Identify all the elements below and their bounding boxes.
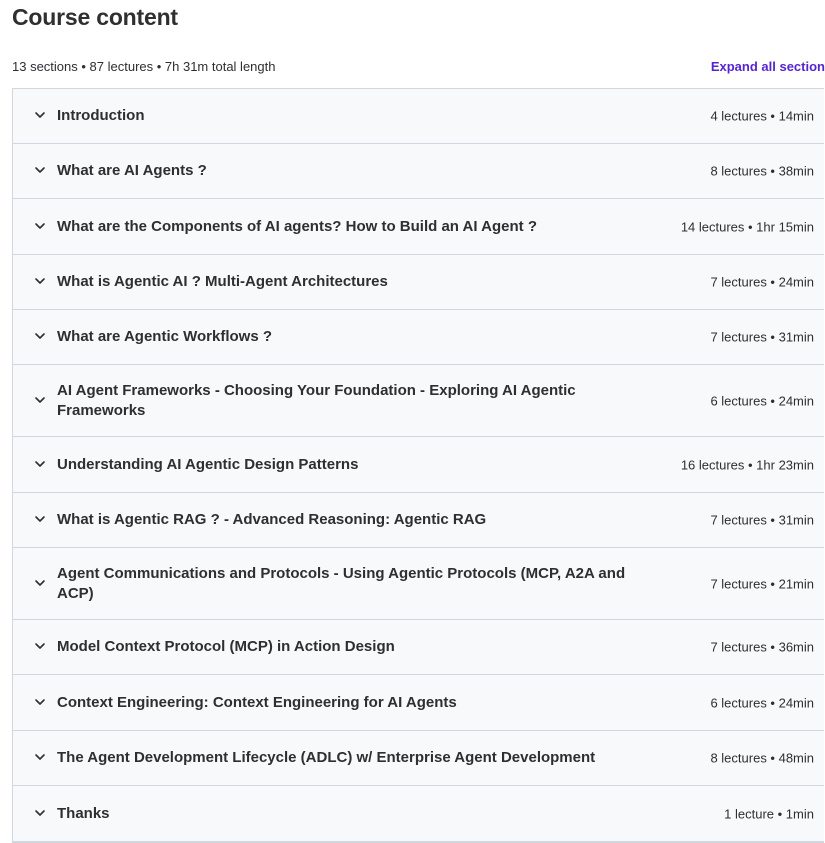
section-meta: 7 lectures • 31min: [710, 512, 814, 528]
section-title: The Agent Development Lifecycle (ADLC) w…: [57, 749, 596, 766]
section-title: Context Engineering: Context Engineering…: [57, 693, 457, 711]
section-title: What are the Components of AI agents? Ho…: [57, 217, 537, 235]
section-title: AI Agent Frameworks - Choosing Your Foun…: [57, 381, 576, 419]
section-title: Agent Communications and Protocols - Usi…: [57, 564, 626, 602]
chevron-down-icon: [34, 458, 46, 470]
chevron-down-icon: [34, 640, 46, 652]
section-row[interactable]: Understanding AI Agentic Design Patterns…: [13, 437, 824, 493]
chevron-down-icon: [34, 109, 46, 121]
section-meta: 4 lectures • 14min: [710, 108, 814, 124]
section-meta: 1 lecture • 1min: [724, 806, 814, 821]
section-row[interactable]: AI Agent Frameworks - Choosing Your Foun…: [13, 365, 824, 437]
section-list: Introduction 4 lectures • 14min What are A…: [12, 88, 824, 843]
chevron-down-icon: [34, 220, 46, 232]
chevron-down-icon: [34, 751, 46, 763]
section-row[interactable]: What is Agentic RAG ? - Advanced Reasoni…: [13, 493, 824, 548]
section-title: What are AI Agents ?: [57, 162, 207, 179]
section-title: What is Agentic RAG ? - Advanced Reasoni…: [57, 511, 487, 528]
section-row[interactable]: What is Agentic AI ? Multi-Agent Archite…: [13, 255, 824, 310]
section-row[interactable]: What are AI Agents ? 8 lectures • 38min: [13, 144, 824, 199]
section-meta: 8 lectures • 48min: [710, 750, 814, 766]
section-meta: 6 lectures • 24min: [710, 695, 814, 710]
section-title: Understanding AI Agentic Design Patterns: [57, 455, 359, 473]
section-meta: 7 lectures • 24min: [710, 274, 814, 290]
section-row[interactable]: Agent Communications and Protocols - Usi…: [13, 548, 824, 620]
section-title: What is Agentic AI ? Multi-Agent Archite…: [57, 273, 388, 290]
section-row[interactable]: What are Agentic Workflows ? 7 lectures •…: [13, 310, 824, 365]
chevron-down-icon: [34, 394, 46, 406]
chevron-down-icon: [34, 275, 46, 287]
section-meta: 14 lectures • 1hr 15min: [680, 219, 814, 234]
section-meta: 8 lectures • 38min: [710, 163, 814, 179]
section-title: Thanks: [57, 804, 110, 822]
section-meta: 6 lectures • 24min: [710, 393, 814, 408]
expand-all-button[interactable]: Expand all section: [711, 59, 825, 74]
section-row[interactable]: Context Engineering: Context Engineering…: [13, 675, 824, 731]
chevron-down-icon: [34, 807, 46, 819]
chevron-down-icon: [34, 513, 46, 525]
section-title: What are Agentic Workflows ?: [57, 328, 273, 345]
section-row[interactable]: What are the Components of AI agents? Ho…: [13, 199, 824, 255]
section-row[interactable]: Introduction 4 lectures • 14min: [13, 89, 824, 144]
section-meta: 7 lectures • 21min: [710, 576, 814, 591]
chevron-down-icon: [34, 330, 46, 342]
course-summary: 13 sections • 87 lectures • 7h 31m total…: [12, 59, 825, 77]
section-title: Model Context Protocol (MCP) in Action D…: [57, 638, 395, 655]
chevron-down-icon: [34, 164, 46, 176]
section-title: Introduction: [57, 107, 145, 124]
section-meta: 16 lectures • 1hr 23min: [680, 457, 814, 472]
chevron-down-icon: [34, 577, 46, 589]
section-meta: 7 lectures • 31min: [710, 329, 814, 345]
page-title: Course content: [12, 4, 178, 30]
section-row[interactable]: Model Context Protocol (MCP) in Action D…: [13, 620, 824, 675]
section-meta: 7 lectures • 36min: [710, 639, 814, 655]
section-row[interactable]: Thanks 1 lecture • 1min: [13, 786, 824, 842]
chevron-down-icon: [34, 696, 46, 708]
course-stats: 13 sections • 87 lectures • 7h 31m total…: [12, 59, 276, 74]
section-row[interactable]: The Agent Development Lifecycle (ADLC) w…: [13, 731, 824, 786]
